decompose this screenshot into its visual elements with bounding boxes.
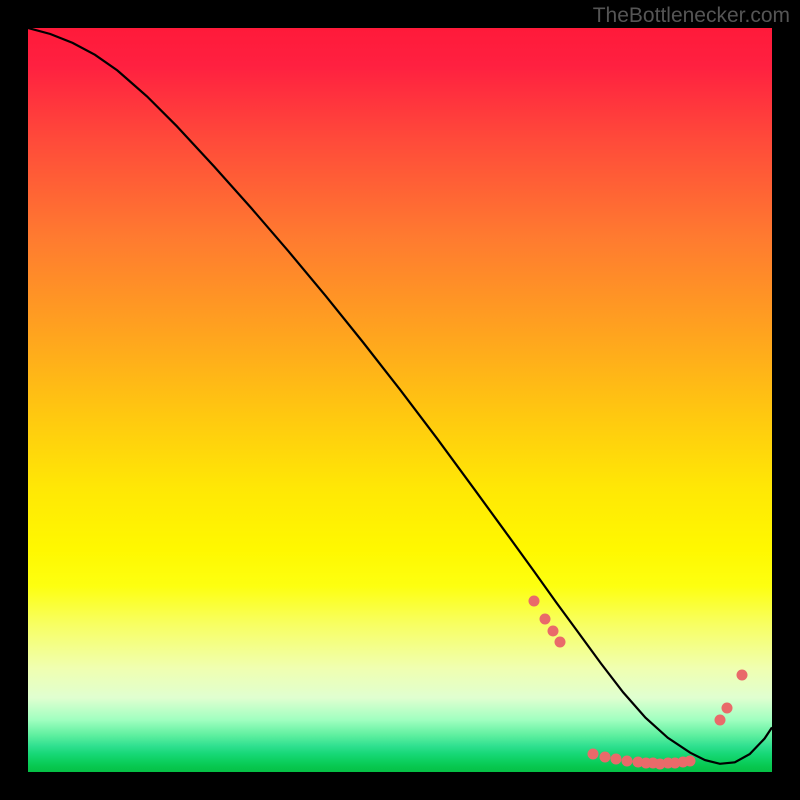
watermark-text: TheBottlenecker.com (593, 4, 790, 28)
chart-marker (540, 614, 551, 625)
chart-marker (554, 636, 565, 647)
chart-curve (28, 28, 772, 772)
chart-marker (737, 670, 748, 681)
chart-marker (588, 749, 599, 760)
chart-marker (685, 756, 696, 767)
chart-marker (528, 595, 539, 606)
chart-marker (722, 703, 733, 714)
chart-marker (547, 625, 558, 636)
chart-marker (599, 752, 610, 763)
chart-marker (714, 714, 725, 725)
chart-marker (621, 755, 632, 766)
chart-marker (610, 754, 621, 765)
chart-plot-area (28, 28, 772, 772)
